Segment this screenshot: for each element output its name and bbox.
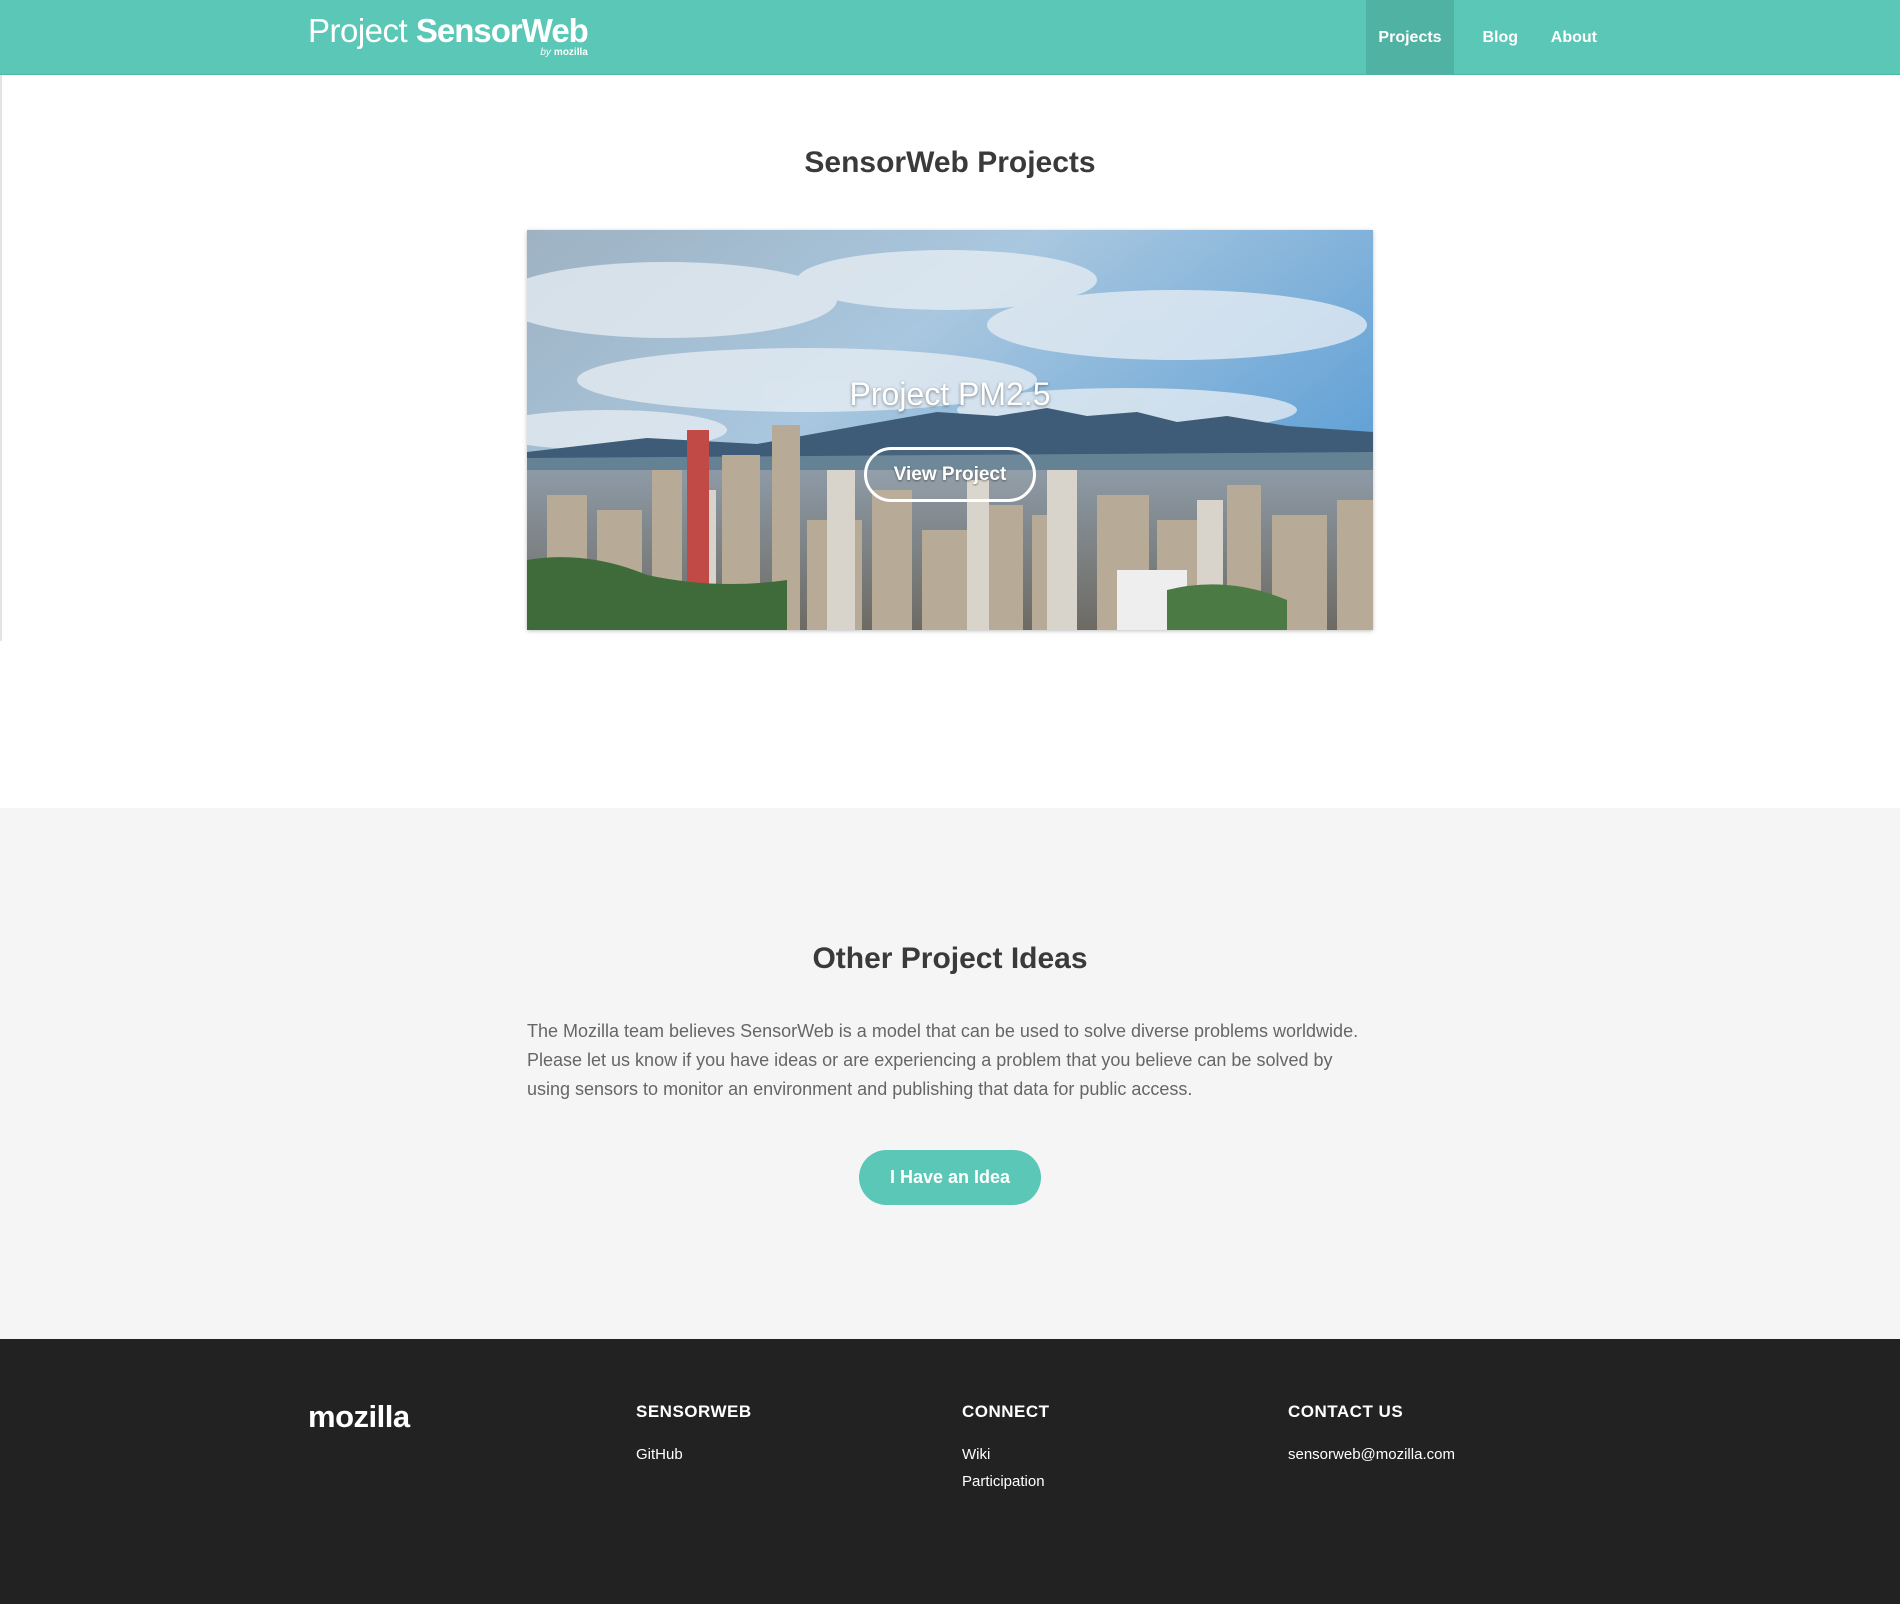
footer-link-github[interactable]: GitHub (636, 1441, 752, 1468)
top-navbar: Project SensorWeb by mozilla Projects Blo… (0, 0, 1900, 75)
projects-heading: SensorWeb Projects (804, 146, 1096, 179)
footer-link-wiki[interactable]: Wiki (962, 1441, 1050, 1468)
brand-byline-by: by (540, 47, 551, 58)
brand-logo[interactable]: Project SensorWeb by mozilla (308, 12, 589, 59)
brand-wordmark: Project SensorWeb (308, 12, 589, 49)
ideas-description: The Mozilla team believes SensorWeb is a… (527, 1021, 1359, 1099)
view-project-button[interactable]: View Project (864, 447, 1036, 502)
footer-link-email[interactable]: sensorweb@mozilla.com (1288, 1441, 1455, 1468)
brand-byline-org: mozilla (553, 47, 588, 58)
brand-name: SensorWeb (415, 12, 589, 49)
city-skyline-image (527, 230, 1373, 630)
footer-heading-contact: CONTACT US (1288, 1402, 1404, 1421)
nav-item-blog[interactable]: Blog (1454, 0, 1518, 75)
footer-link-participation[interactable]: Participation (962, 1468, 1050, 1495)
footer-column-sensorweb: SENSORWEB GitHub (636, 1402, 752, 1468)
have-idea-button[interactable]: I Have an Idea (859, 1150, 1041, 1205)
nav-item-projects[interactable]: Projects (1366, 0, 1454, 75)
ideas-heading: Other Project Ideas (812, 942, 1088, 975)
nav-item-about[interactable]: About (1518, 0, 1597, 75)
mozilla-logo[interactable]: mozilla (308, 1399, 410, 1435)
brand-byline: by mozilla (540, 47, 587, 58)
project-card-title: Project PM2.5 (849, 376, 1051, 412)
project-card-pm25[interactable]: Project PM2.5 View Project (527, 230, 1373, 630)
site-footer: mozilla SENSORWEB GitHub CONNECT Wiki Pa… (0, 1339, 1900, 1604)
footer-heading-connect: CONNECT (962, 1402, 1050, 1421)
footer-column-connect: CONNECT Wiki Participation (962, 1402, 1050, 1495)
footer-heading-sensorweb: SENSORWEB (636, 1402, 752, 1421)
footer-column-contact: CONTACT US sensorweb@mozilla.com (1288, 1402, 1455, 1468)
ideas-section: Other Project Ideas The Mozilla team bel… (0, 808, 1900, 1339)
brand-prefix: Project (308, 12, 408, 49)
main-nav: Projects Blog About (1366, 0, 1597, 75)
